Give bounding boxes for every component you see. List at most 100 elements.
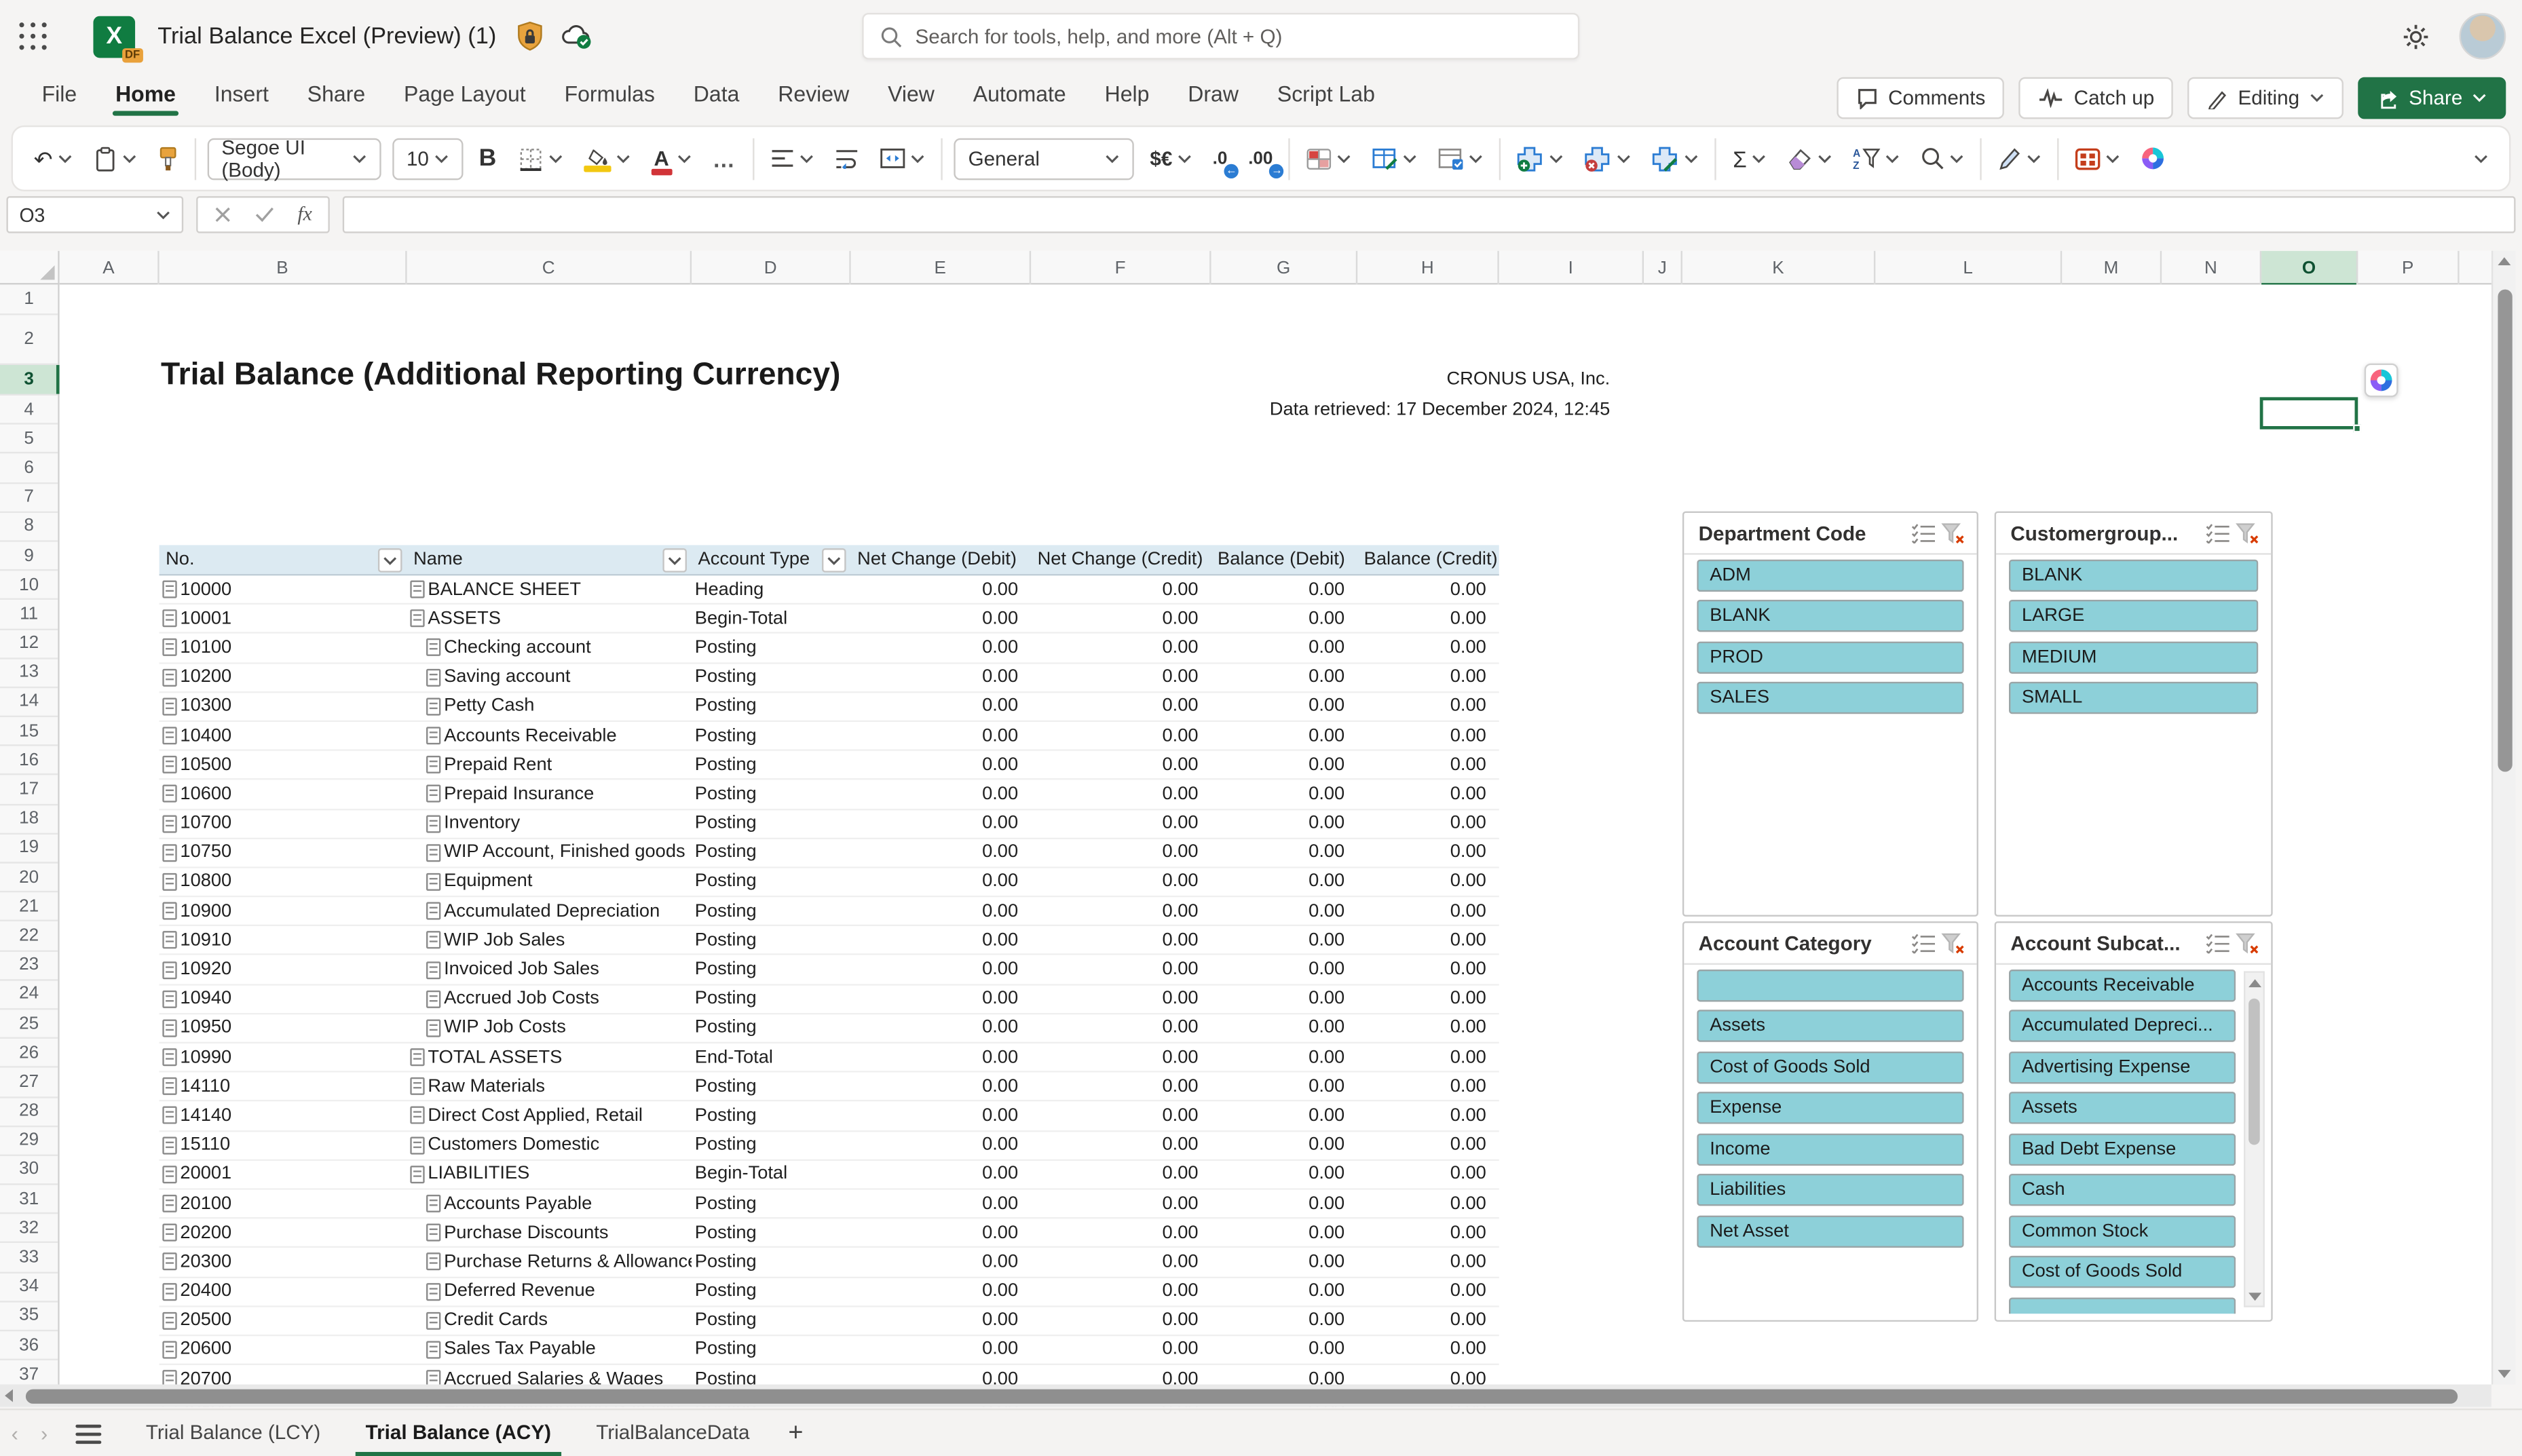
settings-gear-icon[interactable] bbox=[2401, 22, 2430, 51]
cell-value[interactable]: 0.00 bbox=[851, 751, 1031, 779]
cell-value[interactable]: 0.00 bbox=[1211, 1307, 1358, 1335]
cell-value[interactable]: 0.00 bbox=[851, 1307, 1031, 1335]
row-header-17[interactable]: 17 bbox=[0, 775, 58, 805]
cell-no-10500[interactable]: 10500 bbox=[159, 751, 407, 779]
cell-name-10800[interactable]: Equipment bbox=[407, 868, 692, 896]
cell-value[interactable]: 0.00 bbox=[1031, 927, 1211, 955]
cell-value[interactable]: 0.00 bbox=[851, 1131, 1031, 1159]
row-header-14[interactable]: 14 bbox=[0, 688, 58, 718]
cell-value[interactable]: 0.00 bbox=[1031, 1014, 1211, 1042]
cell-value[interactable]: 0.00 bbox=[851, 1336, 1031, 1364]
cell-value[interactable]: 0.00 bbox=[851, 575, 1031, 603]
ink-button[interactable] bbox=[1993, 142, 2046, 176]
row-header-33[interactable]: 33 bbox=[0, 1244, 58, 1273]
row-header-27[interactable]: 27 bbox=[0, 1068, 58, 1098]
column-header-C[interactable]: C bbox=[407, 250, 692, 285]
font-name-select[interactable]: Segoe UI (Body) bbox=[207, 136, 381, 181]
cell-value[interactable]: 0.00 bbox=[1031, 1336, 1211, 1364]
cell-value[interactable]: 0.00 bbox=[1031, 956, 1211, 984]
column-header-P[interactable]: P bbox=[2358, 250, 2460, 285]
vertical-scrollbar-thumb[interactable] bbox=[2498, 289, 2512, 772]
column-header-O[interactable]: O bbox=[2261, 250, 2358, 286]
cell-value[interactable]: 0.00 bbox=[1357, 1336, 1499, 1364]
slicer-scrollbar[interactable] bbox=[2244, 971, 2265, 1307]
cell-account-type-14140[interactable]: Posting bbox=[692, 1102, 851, 1130]
cell-name-20500[interactable]: Credit Cards bbox=[407, 1307, 692, 1335]
row-header-3[interactable]: 3 bbox=[0, 364, 60, 396]
cell-value[interactable]: 0.00 bbox=[1031, 751, 1211, 779]
company-name-cell[interactable]: CRONUS USA, Inc. bbox=[966, 370, 1610, 389]
ribbon-tab-home[interactable]: Home bbox=[96, 75, 195, 119]
row-header-18[interactable]: 18 bbox=[0, 805, 58, 835]
document-title[interactable]: Trial Balance Excel (Preview) (1) bbox=[157, 23, 496, 49]
slicer-scroll-up-icon[interactable] bbox=[2245, 973, 2263, 992]
row-header-36[interactable]: 36 bbox=[0, 1331, 58, 1361]
cell-account-type-20200[interactable]: Posting bbox=[692, 1219, 851, 1247]
scroll-up-arrow[interactable] bbox=[2498, 257, 2511, 266]
cell-name-20400[interactable]: Deferred Revenue bbox=[407, 1278, 692, 1305]
cell-account-type-10001[interactable]: Begin-Total bbox=[692, 605, 851, 633]
cell-value[interactable]: 0.00 bbox=[1357, 1160, 1499, 1188]
cell-name-20300[interactable]: Purchase Returns & Allowances bbox=[407, 1248, 692, 1276]
cell-value[interactable]: 0.00 bbox=[1357, 1278, 1499, 1305]
cell-value[interactable]: 0.00 bbox=[1357, 956, 1499, 984]
column-header-A[interactable]: A bbox=[60, 250, 159, 285]
more-font-options-button[interactable]: … bbox=[708, 140, 742, 176]
sensitivity-shield-icon[interactable] bbox=[516, 20, 543, 52]
app-launcher-waffle-icon[interactable] bbox=[14, 17, 53, 56]
horizontal-scrollbar-thumb[interactable] bbox=[25, 1388, 2458, 1403]
cell-value[interactable]: 0.00 bbox=[1357, 575, 1499, 603]
cell-value[interactable]: 0.00 bbox=[1031, 985, 1211, 1013]
row-header-13[interactable]: 13 bbox=[0, 659, 58, 689]
column-header-account-type[interactable]: Account Type bbox=[692, 545, 851, 574]
cell-value[interactable]: 0.00 bbox=[1357, 839, 1499, 866]
column-header-B[interactable]: B bbox=[159, 250, 407, 285]
cell-account-type-10400[interactable]: Posting bbox=[692, 722, 851, 750]
editing-mode-button[interactable]: Editing bbox=[2188, 77, 2344, 119]
horizontal-scrollbar[interactable] bbox=[0, 1384, 2491, 1407]
cell-value[interactable]: 0.00 bbox=[1211, 1014, 1358, 1042]
cell-value[interactable]: 0.00 bbox=[1357, 664, 1499, 691]
row-header-23[interactable]: 23 bbox=[0, 951, 58, 981]
cell-value[interactable]: 0.00 bbox=[1031, 1248, 1211, 1276]
find-button[interactable] bbox=[1916, 142, 1969, 176]
sheet-tab-trial-balance-lcy[interactable]: Trial Balance (LCY) bbox=[124, 1411, 343, 1456]
cell-value[interactable]: 0.00 bbox=[1211, 1248, 1358, 1276]
row-header-30[interactable]: 30 bbox=[0, 1156, 58, 1185]
row-header-16[interactable]: 16 bbox=[0, 746, 58, 776]
cell-value[interactable]: 0.00 bbox=[1357, 1073, 1499, 1100]
cell-name-10600[interactable]: Prepaid Insurance bbox=[407, 780, 692, 808]
row-header-12[interactable]: 12 bbox=[0, 630, 58, 659]
cell-account-type-10990[interactable]: End-Total bbox=[692, 1043, 851, 1071]
cell-name-20200[interactable]: Purchase Discounts bbox=[407, 1219, 692, 1247]
cell-value[interactable]: 0.00 bbox=[851, 839, 1031, 866]
slicer-item-expense[interactable]: Expense bbox=[1697, 1092, 1964, 1124]
sheet-report-title[interactable]: Trial Balance (Additional Reporting Curr… bbox=[161, 357, 840, 394]
cell-value[interactable]: 0.00 bbox=[1031, 605, 1211, 633]
cell-name-10700[interactable]: Inventory bbox=[407, 809, 692, 837]
cell-value[interactable]: 0.00 bbox=[1357, 898, 1499, 925]
slicer-item-small[interactable]: SMALL bbox=[2009, 681, 2259, 714]
column-header-H[interactable]: H bbox=[1357, 250, 1499, 285]
column-header-M[interactable]: M bbox=[2062, 250, 2162, 285]
cell-value[interactable]: 0.00 bbox=[851, 898, 1031, 925]
cell-value[interactable]: 0.00 bbox=[1211, 868, 1358, 896]
cell-styles-button[interactable] bbox=[1433, 142, 1488, 174]
slicer-item-cost-of-goods-sold[interactable]: Cost of Goods Sold bbox=[1697, 1050, 1964, 1084]
row-header-29[interactable]: 29 bbox=[0, 1127, 58, 1156]
cell-value[interactable]: 0.00 bbox=[851, 868, 1031, 896]
cell-value[interactable]: 0.00 bbox=[1357, 1190, 1499, 1218]
row-header-32[interactable]: 32 bbox=[0, 1214, 58, 1244]
all-sheets-menu-icon[interactable] bbox=[75, 1423, 101, 1443]
cell-no-10800[interactable]: 10800 bbox=[159, 868, 407, 896]
ribbon-tab-script-lab[interactable]: Script Lab bbox=[1258, 75, 1394, 119]
wrap-text-button[interactable] bbox=[830, 143, 864, 174]
row-header-24[interactable]: 24 bbox=[0, 980, 58, 1010]
slicer-item-accumulated-depreci[interactable]: Accumulated Depreci... bbox=[2009, 1010, 2236, 1042]
row-header-25[interactable]: 25 bbox=[0, 1010, 58, 1039]
insert-function-button[interactable]: fx bbox=[297, 203, 312, 227]
row-header-6[interactable]: 6 bbox=[0, 454, 58, 484]
font-size-select[interactable]: 10 bbox=[392, 137, 463, 180]
slicer-clear-filter-icon[interactable] bbox=[2232, 518, 2261, 548]
cell-value[interactable]: 0.00 bbox=[1031, 664, 1211, 691]
